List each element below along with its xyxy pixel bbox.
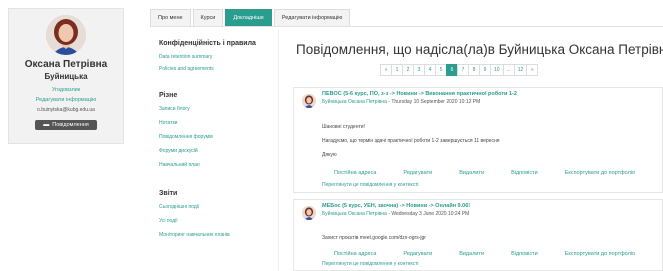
post-body-line: Дякую	[322, 152, 337, 158]
post-meta: Буйницька Оксана Петрівна - Thursday 10 …	[322, 99, 480, 105]
post-subject[interactable]: ПЕВОС (5-6 курс, ПО, з-з -> Новини -> Ви…	[322, 91, 517, 97]
page-title: Повідомлення, що надісла(ла)в Буйницька …	[296, 42, 663, 57]
view-in-context-link[interactable]: Переглянути це повідомлення у контексті	[322, 182, 419, 188]
page-link[interactable]: 12	[513, 64, 528, 76]
tab-about[interactable]: Про мене	[150, 9, 191, 27]
page-next[interactable]: »	[526, 64, 539, 76]
permalink-link[interactable]: Постійна адреса	[334, 170, 376, 176]
reply-link[interactable]: Відповісти	[511, 170, 538, 176]
forum-post: МЕБос (5 курс, УЕН, заочна) -> Новини ->…	[293, 199, 663, 271]
export-portfolio-link[interactable]: Експортувати до портфоліо	[565, 170, 635, 176]
post-meta: Буйницька Оксана Петрівна - Wednesday 3 …	[322, 211, 469, 217]
edit-link[interactable]: Редагувати	[403, 170, 432, 176]
forum-post: ПЕВОС (5-6 курс, ПО, з-з -> Новини -> Ви…	[293, 87, 663, 193]
profile-tabs: Про мене Курси Докладніше Редагувати інф…	[150, 9, 351, 27]
profile-last-name: Буйницька	[44, 72, 88, 81]
post-date: - Wednesday 3 June 2020 10:24 PM	[386, 211, 470, 217]
post-actions: Постійна адреса Редагувати Видалити Відп…	[334, 251, 662, 257]
profile-email: o.buinytska@kubg.edu.ua	[37, 107, 95, 113]
tab-details[interactable]: Докладніше	[225, 9, 272, 27]
profile-menu: Конфіденційність і правила Data retentio…	[159, 40, 279, 238]
send-message-label: Повідомлення	[52, 122, 89, 128]
post-body-line: Захист проєктів meet.google.com/dzx-ogrs…	[322, 235, 426, 241]
tab-edit-info[interactable]: Редагувати інформацію	[273, 9, 351, 27]
menu-link-policies[interactable]: Policies and agreements	[159, 66, 279, 72]
menu-link-blog[interactable]: Записи блогу	[159, 106, 279, 112]
menu-link-all-events[interactable]: Усі події	[159, 218, 279, 224]
reports-heading: Звіти	[159, 190, 178, 197]
edit-link[interactable]: Редагувати	[403, 251, 432, 257]
misc-heading: Різне	[159, 92, 178, 99]
privacy-heading: Конфіденційність і правила	[159, 40, 256, 47]
send-message-button[interactable]: ▬ Повідомлення	[35, 120, 97, 130]
delete-link[interactable]: Видалити	[459, 251, 484, 257]
post-date: - Thursday 10 September 2020 10:12 PM	[386, 99, 481, 105]
post-body-line: Шановні студенти!	[322, 124, 365, 130]
edit-profile-link[interactable]: Редагувати інформацію	[9, 97, 123, 103]
chat-icon: ▬	[43, 122, 50, 128]
menu-link-plan-monitoring[interactable]: Моніторинг навчальних планів	[159, 232, 279, 238]
post-author-avatar[interactable]	[302, 94, 316, 108]
menu-link-learning-plans[interactable]: Навчальний план	[159, 162, 279, 168]
profile-card: Оксана Петрівна Буйницька Угодовзлик Ред…	[8, 8, 124, 144]
menu-link-forum-discussions[interactable]: Форуми дискусій	[159, 148, 279, 154]
menu-link-forum-posts[interactable]: Повідомлення форумів	[159, 134, 279, 140]
pagination: « 1 2 3 4 5 6 7 8 9 10 ... 12 »	[380, 64, 539, 76]
menu-divider	[278, 30, 279, 271]
post-author-avatar[interactable]	[302, 206, 316, 220]
menu-link-today-events[interactable]: Сьогоднішні події	[159, 204, 279, 210]
permalink-link[interactable]: Постійна адреса	[334, 251, 376, 257]
post-actions: Постійна адреса Редагувати Видалити Відп…	[334, 170, 662, 176]
delete-link[interactable]: Видалити	[459, 170, 484, 176]
avatar[interactable]	[46, 15, 86, 55]
post-author-link[interactable]: Буйницька Оксана Петрівна	[322, 211, 387, 217]
menu-link-notes[interactable]: Нотатки	[159, 120, 279, 126]
profile-first-name: Оксана Петрівна	[24, 59, 108, 70]
tab-divider	[150, 26, 663, 27]
post-subject[interactable]: МЕБос (5 курс, УЕН, заочна) -> Новини ->…	[322, 203, 470, 209]
view-in-context-link[interactable]: Переглянути це повідомлення у контексті	[322, 261, 419, 267]
reply-link[interactable]: Відповісти	[511, 251, 538, 257]
post-body-line: Нагадуємо, що термін здачі практичної ро…	[322, 138, 500, 144]
export-portfolio-link[interactable]: Експортувати до портфоліо	[565, 251, 635, 257]
page-link[interactable]: 10	[490, 64, 504, 76]
post-author-link[interactable]: Буйницька Оксана Петрівна	[322, 99, 387, 105]
profile-role-link[interactable]: Угодовзлик	[9, 87, 123, 93]
tab-courses[interactable]: Курси	[192, 9, 224, 27]
menu-link-data-retention[interactable]: Data retention summary	[159, 54, 279, 60]
